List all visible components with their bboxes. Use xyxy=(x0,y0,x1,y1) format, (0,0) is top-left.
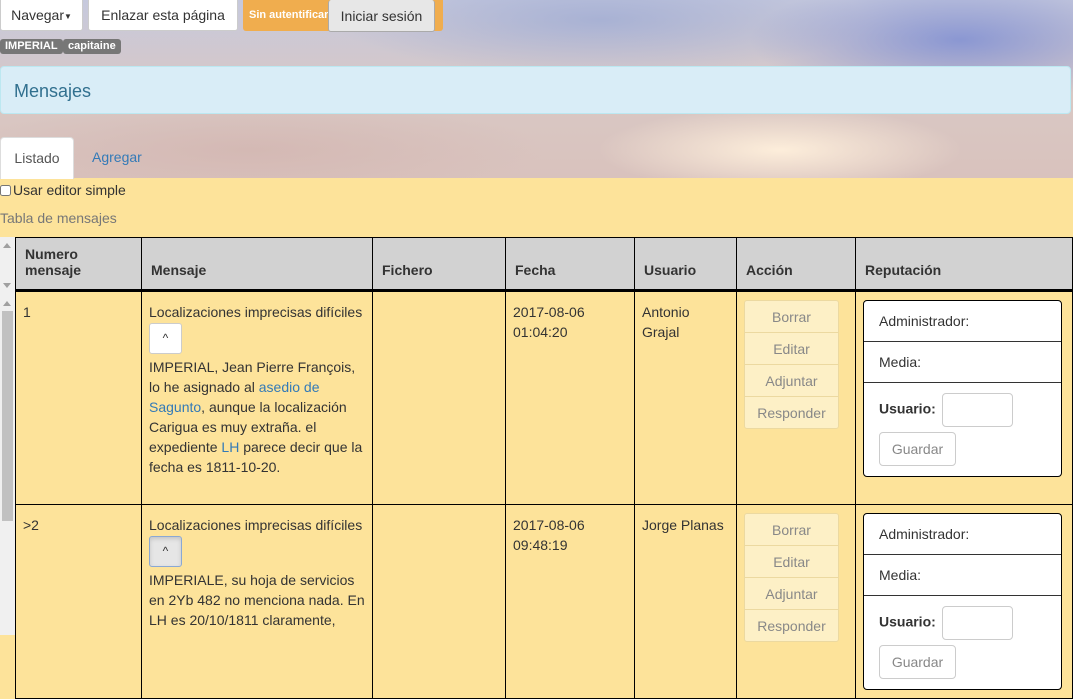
message-body-text: IMPERIALE, su hoja de servicios en 2Yb 4… xyxy=(149,572,365,628)
table-caption: Tabla de mensajes xyxy=(0,210,117,226)
message-reputation: Administrador: Media: Usuario: Guardar xyxy=(855,290,1073,505)
messages-table: Numero mensaje Mensaje Fichero Fecha Usu… xyxy=(15,237,1073,699)
action-button-group: Borrar Editar Adjuntar Responder xyxy=(744,513,839,642)
message-title: Localizaciones imprecisas difíciles xyxy=(149,517,363,533)
reputation-user-label: Usuario: xyxy=(879,613,936,630)
messages-panel-heading: Mensajes xyxy=(0,66,1071,114)
message-date: 2017-08-06 01:04:20 xyxy=(505,290,635,505)
simple-editor-label: Usar editor simple xyxy=(13,182,126,198)
link-page-button[interactable]: Enlazar esta página xyxy=(88,0,238,31)
message-file xyxy=(372,290,506,505)
message-cell: Localizaciones imprecisas difíciles ^ IM… xyxy=(141,504,373,699)
caret-down-icon: ▼ xyxy=(64,11,72,21)
message-user: Antonio Grajal xyxy=(634,290,737,505)
reputation-user-input[interactable] xyxy=(941,393,1013,427)
auth-status-label: Sin autentificar xyxy=(249,9,329,21)
tab-listado[interactable]: Listado xyxy=(0,137,74,179)
panel-title: Mensajes xyxy=(14,81,92,101)
tab-agregar[interactable]: Agregar xyxy=(92,149,142,165)
message-actions: Borrar Editar Adjuntar Responder xyxy=(736,504,856,699)
edit-button[interactable]: Editar xyxy=(744,545,839,578)
column-header-reputacion: Reputación xyxy=(855,237,1073,292)
delete-button[interactable]: Borrar xyxy=(744,300,839,333)
attach-button[interactable]: Adjuntar xyxy=(744,364,839,397)
table-row: 1 Localizaciones imprecisas difíciles ^ … xyxy=(15,290,1073,505)
column-header-mensaje: Mensaje xyxy=(141,237,373,292)
reply-button[interactable]: Responder xyxy=(744,609,839,642)
expand-button[interactable]: ^ xyxy=(149,536,182,567)
column-header-numero: Numero mensaje xyxy=(15,237,142,292)
message-actions: Borrar Editar Adjuntar Responder xyxy=(736,290,856,505)
login-button[interactable]: Iniciar sesión xyxy=(328,0,435,32)
edit-button[interactable]: Editar xyxy=(744,332,839,365)
save-button[interactable]: Guardar xyxy=(879,645,956,679)
table-scrollbar[interactable] xyxy=(0,237,15,635)
reputation-form: Usuario: Guardar xyxy=(864,383,1061,476)
message-file xyxy=(372,504,506,699)
attach-button[interactable]: Adjuntar xyxy=(744,577,839,610)
message-link-lh[interactable]: LH xyxy=(221,439,239,455)
scroll-up-icon[interactable] xyxy=(3,301,11,306)
reputation-user-label: Usuario: xyxy=(879,400,936,417)
message-number: 1 xyxy=(15,290,142,505)
save-button[interactable]: Guardar xyxy=(879,432,956,466)
message-cell: Localizaciones imprecisas difíciles ^ IM… xyxy=(141,290,373,505)
message-date: 2017-08-06 09:48:19 xyxy=(505,504,635,699)
message-reputation: Administrador: Media: Usuario: Guardar xyxy=(855,504,1073,699)
scroll-down-icon[interactable] xyxy=(3,283,11,288)
reputation-admin: Administrador: xyxy=(864,514,1061,555)
table-row: >2 Localizaciones imprecisas difíciles ^… xyxy=(15,504,1073,699)
scroll-up-icon[interactable] xyxy=(3,243,11,248)
reputation-media: Media: xyxy=(864,342,1061,383)
user-badge-imperial: IMPERIAL xyxy=(0,39,63,54)
reply-button[interactable]: Responder xyxy=(744,396,839,429)
reputation-form: Usuario: Guardar xyxy=(864,596,1061,689)
message-number: >2 xyxy=(15,504,142,699)
simple-editor-option[interactable]: Usar editor simple xyxy=(0,182,126,198)
navigate-dropdown-button[interactable]: Navegar▼ xyxy=(0,0,83,31)
expand-button[interactable]: ^ xyxy=(149,323,182,354)
reputation-box: Administrador: Media: Usuario: Guardar xyxy=(863,300,1062,477)
column-header-usuario: Usuario xyxy=(634,237,737,292)
message-user: Jorge Planas xyxy=(634,504,737,699)
delete-button[interactable]: Borrar xyxy=(744,513,839,546)
message-title: Localizaciones imprecisas difíciles xyxy=(149,304,363,320)
scroll-thumb[interactable] xyxy=(2,311,13,521)
column-header-fecha: Fecha xyxy=(505,237,635,292)
column-header-accion: Acción xyxy=(736,237,856,292)
reputation-admin: Administrador: xyxy=(864,301,1061,342)
reputation-media: Media: xyxy=(864,555,1061,596)
message-body-text: IMPERIAL, Jean Pierre François, lo he as… xyxy=(149,359,356,395)
column-header-fichero: Fichero xyxy=(372,237,506,292)
user-badge-capitaine: capitaine xyxy=(63,39,121,54)
navigate-label: Navegar xyxy=(11,7,64,23)
table-header-row: Numero mensaje Mensaje Fichero Fecha Usu… xyxy=(15,237,1073,292)
action-button-group: Borrar Editar Adjuntar Responder xyxy=(744,300,839,429)
simple-editor-checkbox[interactable] xyxy=(0,185,11,196)
reputation-box: Administrador: Media: Usuario: Guardar xyxy=(863,513,1062,690)
